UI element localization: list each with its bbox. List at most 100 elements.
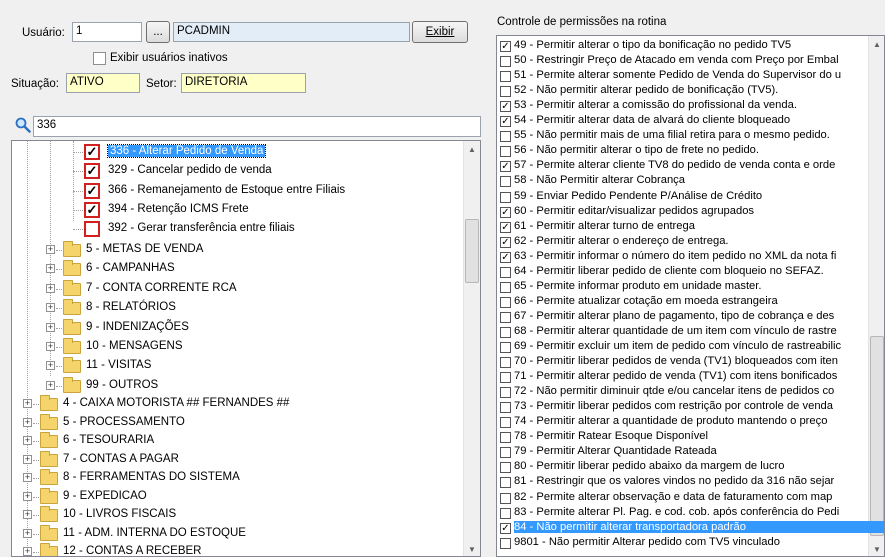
permission-checkbox[interactable]: ✓ (84, 201, 100, 218)
tree-folder-node[interactable]: +7 - CONTAS A PAGAR (12, 450, 452, 470)
tree-folder-node[interactable]: +4 - CAIXA MOTORISTA ## FERNANDES ## (12, 394, 452, 414)
expand-icon[interactable]: + (46, 245, 55, 254)
permission-checkbox[interactable] (500, 311, 511, 323)
permission-checkbox[interactable] (500, 342, 511, 353)
permission-item[interactable]: 64 - Permitir liberar pedido de cliente … (497, 265, 867, 279)
permission-checkbox[interactable] (500, 71, 511, 83)
expand-icon[interactable]: + (23, 473, 32, 482)
permission-item[interactable]: 50 - Restringir Preço de Atacado em vend… (497, 54, 867, 68)
permission-checkbox[interactable] (500, 507, 511, 519)
scroll-down-icon[interactable]: ▼ (464, 541, 480, 556)
permission-item[interactable]: 58 - Não Permitir alterar Cobrança (497, 174, 867, 188)
tree-folder-node[interactable]: +99 - OUTROS (12, 376, 452, 396)
permission-item[interactable]: 73 - Permitir liberar pedidos com restri… (497, 400, 867, 414)
tree-folder-node[interactable]: +9 - EXPEDICAO (12, 487, 452, 507)
expand-icon[interactable]: + (23, 491, 32, 501)
permissions-list[interactable]: ▲ ▼ ✓ 49 - Permitir alterar o tipo da bon… (496, 35, 885, 557)
permission-item[interactable]: 52 - Não permitir alterar pedido de boni… (497, 84, 867, 98)
scroll-up-icon[interactable]: ▲ (464, 141, 480, 158)
permission-item[interactable]: ✓ 49 - Permitir alterar o tipo da bonific… (497, 39, 867, 53)
permission-item[interactable]: 55 - Não permitir mais de uma filial ret… (497, 129, 867, 143)
permission-item[interactable]: 79 - Permitir Alterar Quantidade Rateada (497, 445, 867, 459)
permission-checkbox[interactable]: ✓ (500, 116, 511, 128)
permission-checkbox[interactable] (500, 417, 511, 429)
tree-node-permission[interactable]: ✓ 366 - Remanejamento de Estoque entre Fi… (12, 181, 452, 201)
tree-folder-node[interactable]: +8 - RELATÓRIOS (12, 298, 452, 318)
permission-checkbox[interactable] (500, 266, 511, 278)
permission-item[interactable]: ✓ 60 - Permitir editar/visualizar pedidos… (497, 205, 867, 219)
permission-item[interactable]: 78 - Permitir Ratear Esoque Disponível (497, 430, 867, 444)
permission-item[interactable]: 51 - Permite alterar somente Pedido de V… (497, 69, 867, 83)
inativos-checkbox[interactable] (93, 52, 106, 65)
tree-folder-node[interactable]: +12 - CONTAS A RECEBER (12, 542, 452, 556)
permission-checkbox[interactable] (84, 221, 100, 238)
expand-icon[interactable]: + (23, 399, 32, 408)
permission-checkbox[interactable] (500, 296, 511, 308)
permission-item[interactable]: 80 - Permitir liberar pedido abaixo da m… (497, 460, 867, 474)
permission-checkbox[interactable] (500, 372, 511, 384)
tree-node-permission[interactable]: ✓ 329 - Cancelar pedido de venda (12, 161, 452, 181)
permission-checkbox[interactable]: ✓ (500, 251, 511, 263)
permission-checkbox[interactable]: ✓ (500, 221, 511, 233)
tree-folder-node[interactable]: +7 - CONTA CORRENTE RCA (12, 279, 452, 299)
browse-user-button[interactable]: ... (146, 21, 170, 43)
permission-checkbox[interactable] (500, 176, 511, 188)
permission-item[interactable]: 65 - Permite informar produto em unidade… (497, 280, 867, 294)
permission-checkbox[interactable] (500, 281, 511, 293)
tree-folder-node[interactable]: +6 - TESOURARIA (12, 431, 452, 451)
exibir-button[interactable]: Exibir (412, 21, 468, 43)
expand-icon[interactable]: + (23, 436, 32, 445)
permission-item[interactable]: 72 - Não permitir diminuir qtde e/ou can… (497, 385, 867, 399)
permission-checkbox[interactable] (500, 537, 511, 549)
tree-folder-node[interactable]: +9 - INDENIZAÇÕES (12, 318, 452, 338)
permission-item[interactable]: ✓ 63 - Permitir informar o número do item… (497, 250, 867, 264)
tree-folder-node[interactable]: +10 - LIVROS FISCAIS (12, 505, 452, 525)
permission-checkbox[interactable]: ✓ (500, 206, 511, 218)
expand-icon[interactable]: + (23, 454, 32, 464)
tree-folder-node[interactable]: +11 - VISITAS (12, 356, 452, 376)
expand-icon[interactable]: + (46, 283, 55, 293)
permission-item[interactable]: 67 - Permitir alterar plano de pagamento… (497, 310, 867, 324)
permission-checkbox[interactable] (500, 357, 511, 369)
permission-checkbox[interactable] (500, 492, 511, 504)
permission-checkbox[interactable] (500, 387, 511, 399)
tree-folder-node[interactable]: +5 - METAS DE VENDA (12, 240, 452, 260)
tree-folder-node[interactable]: +11 - ADM. INTERNA DO ESTOQUE (12, 524, 452, 544)
expand-icon[interactable]: + (46, 264, 55, 274)
tree-scrollbar[interactable]: ▲ ▼ (463, 141, 480, 556)
permission-item[interactable]: 68 - Permitir alterar quantidade de um i… (497, 325, 867, 339)
permission-checkbox[interactable] (500, 146, 511, 158)
tree-folder-node[interactable]: +8 - FERRAMENTAS DO SISTEMA (12, 468, 452, 488)
expand-icon[interactable]: + (46, 380, 55, 390)
permission-item[interactable]: ✓ 54 - Permitir alterar data de alvará do… (497, 114, 867, 128)
permission-checkbox[interactable] (500, 56, 511, 68)
permission-item[interactable]: 56 - Não permitir alterar o tipo de fret… (497, 144, 867, 158)
usuario-code-input[interactable]: 1 (72, 22, 142, 42)
permission-checkbox[interactable]: ✓ (84, 182, 100, 199)
tree-node-permission[interactable]: ✓ 336 - Alterar Pedido de Venda (12, 142, 452, 162)
permission-item[interactable]: ✓ 53 - Permitir alterar a comissão do pro… (497, 99, 867, 113)
permission-item[interactable]: ✓ 84 - Não permitir alterar transportador… (497, 520, 884, 535)
permission-item[interactable]: 81 - Restringir que os valores vindos no… (497, 475, 867, 489)
permission-item[interactable]: ✓ 62 - Permitir alterar o endereço de ent… (497, 235, 867, 249)
permission-checkbox[interactable]: ✓ (500, 161, 511, 173)
permission-checkbox[interactable] (500, 191, 511, 203)
permission-checkbox[interactable] (500, 131, 511, 143)
permission-item[interactable]: 83 - Permite alterar Pl. Pag. e cod. cob… (497, 506, 867, 520)
permission-item[interactable]: 59 - Enviar Pedido Pendente P/Análise de… (497, 190, 867, 204)
expand-icon[interactable]: + (23, 547, 32, 556)
permission-item[interactable]: 9801 - Não permitir Alterar pedido com T… (497, 536, 867, 550)
scroll-up-icon[interactable]: ▲ (869, 36, 884, 53)
permission-item[interactable]: 66 - Permite atualizar cotação em moeda … (497, 295, 867, 309)
permission-item[interactable]: 70 - Permitir liberar pedidos de venda (… (497, 355, 867, 369)
permission-item[interactable]: 74 - Permitir alterar a quantidade de pr… (497, 415, 867, 429)
expand-icon[interactable]: + (46, 303, 55, 313)
permission-checkbox[interactable]: ✓ (500, 101, 511, 113)
tree-folder-node[interactable]: +10 - MENSAGENS (12, 337, 452, 357)
tree-folder-node[interactable]: +6 - CAMPANHAS (12, 259, 452, 279)
expand-icon[interactable]: + (46, 342, 55, 351)
permission-checkbox[interactable]: ✓ (84, 163, 100, 180)
list-scrollbar[interactable]: ▲ ▼ (868, 36, 884, 556)
permission-checkbox[interactable] (500, 462, 511, 474)
scroll-thumb[interactable] (465, 219, 479, 283)
